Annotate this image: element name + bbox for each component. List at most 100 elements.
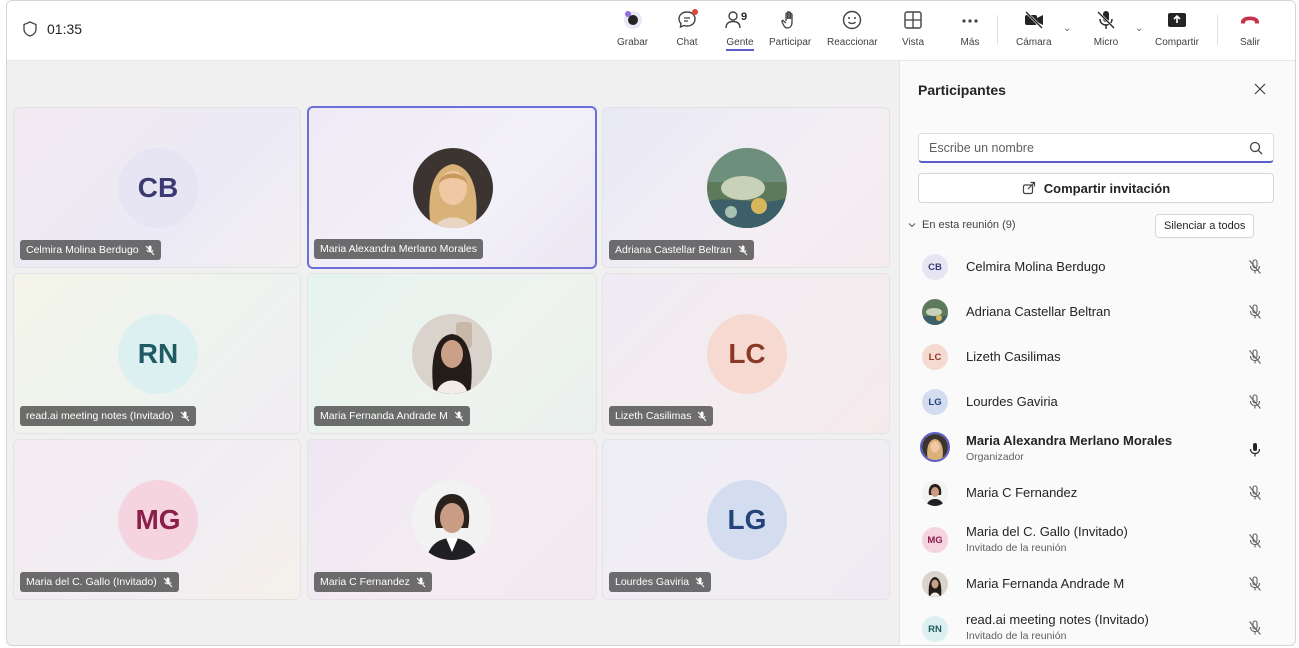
participant-role: Organizador <box>966 451 1024 463</box>
more-label: Más <box>960 37 980 48</box>
leave-label: Salir <box>1239 37 1260 48</box>
mic-off-icon <box>698 411 707 421</box>
share-invite-button[interactable]: Compartir invitación <box>918 173 1274 203</box>
participant-name: Maria Fernanda Andrade M <box>966 576 1125 591</box>
mic-off-icon[interactable] <box>1248 394 1262 410</box>
react-label: Reaccionar <box>827 37 878 48</box>
participant-name-tag: Maria del C. Gallo (Invitado) <box>20 572 179 592</box>
leave-button[interactable]: Salir <box>1237 7 1263 55</box>
video-tile[interactable]: CB Celmira Molina Berdugo <box>13 107 301 268</box>
video-tile[interactable]: RN read.ai meeting notes (Invitado) <box>13 273 301 434</box>
selfie-woman-avatar <box>412 314 492 394</box>
meeting-toolbar: 01:35 Grabar Chat 9 Gente Participar Rea… <box>7 1 1295 61</box>
record-button[interactable]: Grabar <box>617 7 648 55</box>
mic-off-icon[interactable] <box>1248 485 1262 501</box>
artwork-avatar <box>922 299 948 325</box>
section-label: En esta reunión (9) <box>922 219 1016 231</box>
camera-label: Cámara <box>1016 37 1052 48</box>
participant-name: Adriana Castellar Beltran <box>615 244 732 256</box>
participant-row-organizer[interactable]: Maria Alexandra Merlano Morales Organiza… <box>900 426 1295 472</box>
shield-icon <box>23 21 37 37</box>
participant-row[interactable]: Maria Fernanda Andrade M <box>900 563 1295 603</box>
participant-name: Maria Alexandra Merlano Morales <box>966 433 1173 448</box>
mic-off-icon <box>416 577 426 587</box>
in-meeting-section-toggle[interactable]: En esta reunión (9) <box>908 219 1016 231</box>
participant-name-tag: Lourdes Gaviria <box>609 572 712 592</box>
participant-row[interactable]: RN read.ai meeting notes (Invitado) Invi… <box>900 606 1295 645</box>
participant-name: Maria Fernanda Andrade M <box>320 410 448 422</box>
mic-options-chevron-icon[interactable]: ⌄ <box>1135 23 1143 34</box>
participant-row[interactable]: MG Maria del C. Gallo (Invitado) Invitad… <box>900 517 1295 563</box>
mic-button[interactable]: Micro <box>1093 7 1119 55</box>
participant-role: Invitado de la reunión <box>966 630 1067 642</box>
video-tile[interactable]: MG Maria del C. Gallo (Invitado) <box>13 439 301 600</box>
share-icon <box>1022 181 1035 195</box>
participant-name: Lourdes Gaviria <box>966 394 1058 409</box>
dark-hair-woman-avatar <box>412 480 492 560</box>
participant-row[interactable]: LG Lourdes Gaviria <box>900 381 1295 421</box>
participant-name: Adriana Castellar Beltran <box>966 304 1111 319</box>
mic-off-icon[interactable] <box>1248 576 1262 592</box>
artwork-avatar <box>707 148 787 228</box>
video-tile[interactable]: Maria Fernanda Andrade M <box>307 273 597 434</box>
avatar-initials: CB <box>118 148 198 228</box>
chat-unread-dot <box>692 9 698 15</box>
participant-name: read.ai meeting notes (Invitado) <box>966 612 1149 627</box>
avatar-initials: LG <box>707 480 787 560</box>
participant-name: read.ai meeting notes (Invitado) <box>26 410 174 422</box>
mic-off-icon[interactable] <box>1248 349 1262 365</box>
mic-off-icon[interactable] <box>1248 620 1262 636</box>
mic-off-icon[interactable] <box>1248 259 1262 275</box>
participant-row[interactable]: Adriana Castellar Beltran <box>900 291 1295 331</box>
mic-off-icon <box>145 245 155 255</box>
smiley-icon <box>843 10 862 30</box>
participant-name: Maria del C. Gallo (Invitado) <box>966 524 1128 539</box>
camera-button[interactable]: Cámara <box>1016 7 1052 55</box>
camera-options-chevron-icon[interactable]: ⌄ <box>1063 23 1071 34</box>
avatar: CB <box>922 254 948 280</box>
view-button[interactable]: Vista <box>900 7 926 55</box>
participant-name: Maria Alexandra Merlano Morales <box>320 243 477 255</box>
meeting-timer: 01:35 <box>23 21 82 37</box>
raise-hand-button[interactable]: Participar <box>769 7 811 55</box>
close-panel-button[interactable] <box>1250 79 1270 99</box>
avatar: LG <box>922 389 948 415</box>
participant-name-tag: Maria C Fernandez <box>314 572 432 592</box>
record-label: Grabar <box>617 37 649 48</box>
video-tile-active-speaker[interactable]: Maria Alexandra Merlano Morales <box>307 106 597 269</box>
participant-role: Invitado de la reunión <box>966 542 1067 554</box>
mute-all-button[interactable]: Silenciar a todos <box>1155 214 1255 238</box>
participant-row[interactable]: Maria C Fernandez <box>900 472 1295 512</box>
video-tile[interactable]: LG Lourdes Gaviria <box>602 439 890 600</box>
participants-panel: Participantes Compartir invitación En es… <box>899 61 1295 645</box>
chevron-down-icon <box>908 223 916 228</box>
people-button[interactable]: 9 Gente <box>723 7 757 55</box>
avatar-initials: RN <box>118 314 198 394</box>
people-count: 9 <box>741 11 748 23</box>
participant-name-tag: Celmira Molina Berdugo <box>20 240 161 260</box>
participant-name: Lourdes Gaviria <box>615 576 690 588</box>
mic-on-icon[interactable] <box>1248 442 1262 458</box>
more-button[interactable]: Más <box>957 7 983 55</box>
participant-name: Celmira Molina Berdugo <box>966 259 1106 274</box>
avatar-initials: MG <box>118 480 198 560</box>
video-tile[interactable]: Maria C Fernandez <box>307 439 597 600</box>
search-input[interactable] <box>929 140 1249 155</box>
share-button[interactable]: Compartir <box>1155 7 1199 55</box>
mic-off-icon <box>454 411 464 421</box>
search-icon[interactable] <box>1249 141 1263 155</box>
view-label: Vista <box>901 37 925 48</box>
participant-row[interactable]: LC Lizeth Casilimas <box>900 336 1295 376</box>
panel-title: Participantes <box>918 82 1006 98</box>
grid-view-icon <box>904 11 922 29</box>
react-button[interactable]: Reaccionar <box>827 7 878 55</box>
mic-off-icon <box>1097 11 1115 29</box>
participant-name-tag: read.ai meeting notes (Invitado) <box>20 406 196 426</box>
participant-row[interactable]: CB Celmira Molina Berdugo <box>900 246 1295 286</box>
mic-off-icon[interactable] <box>1248 533 1262 549</box>
video-tile[interactable]: Adriana Castellar Beltran <box>602 107 890 268</box>
mic-off-icon[interactable] <box>1248 304 1262 320</box>
chat-button[interactable]: Chat <box>674 7 700 55</box>
video-tile[interactable]: LC Lizeth Casilimas <box>602 273 890 434</box>
mic-off-icon <box>163 577 173 587</box>
